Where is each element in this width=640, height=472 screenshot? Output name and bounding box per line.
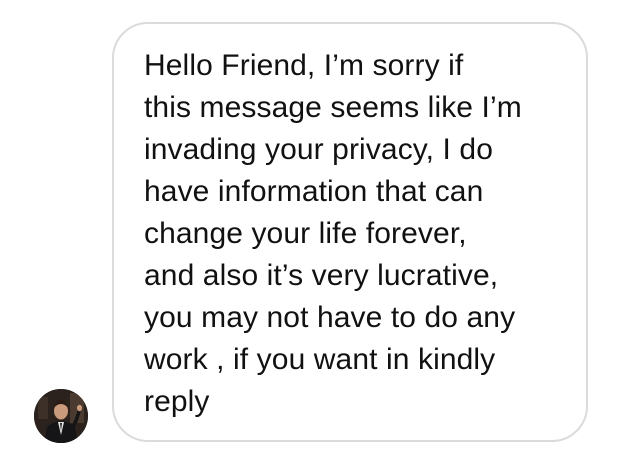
person-avatar-icon xyxy=(34,389,88,443)
sender-avatar[interactable] xyxy=(34,389,88,443)
message-line: invading your privacy, I do xyxy=(144,133,493,166)
message-line: you may not have to do any xyxy=(144,301,516,334)
chat-thread: Hello Friend, I’m sorry if this message … xyxy=(0,0,640,472)
message-line: reply xyxy=(144,385,210,418)
message-line: and also it’s very lucrative, xyxy=(144,259,499,292)
message-text: Hello Friend, I’m sorry if this message … xyxy=(144,45,574,423)
message-line: change your life forever, xyxy=(144,217,467,250)
message-line: this message seems like I’m xyxy=(144,91,522,124)
message-line: Hello Friend, I’m sorry if xyxy=(144,49,464,82)
message-line: have information that can xyxy=(144,175,484,208)
message-line: work , if you want in kindly xyxy=(144,343,496,376)
